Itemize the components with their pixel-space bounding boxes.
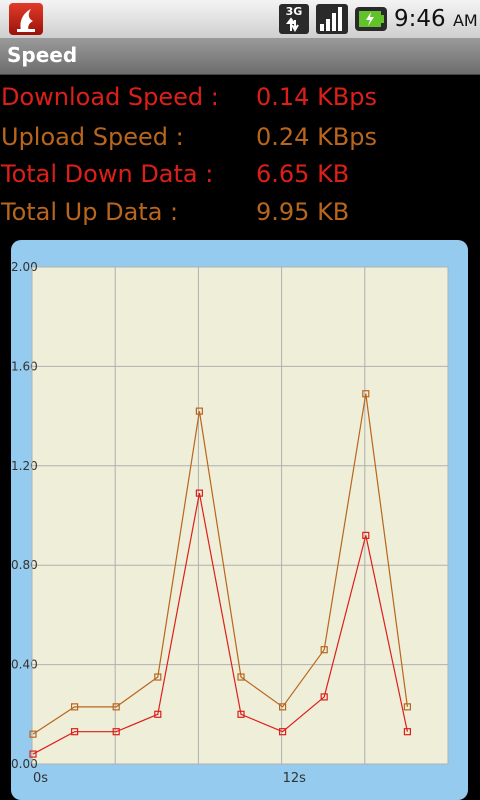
x-tick-label: 0s [33, 771, 48, 786]
clock-time: 9:46 [394, 6, 446, 32]
y-tick-label: 0.40 [11, 658, 38, 672]
page-title: Speed [7, 43, 78, 67]
x-tick-label: 12s [283, 771, 307, 786]
download-speed-row: Download Speed : 0.14 KBps [0, 83, 480, 119]
y-tick-label: 0.00 [11, 757, 38, 771]
chart-axes: 0s 12s [33, 771, 306, 786]
app-notification-icon [9, 3, 43, 35]
y-tick-label: 1.20 [11, 459, 38, 473]
status-bar: 3G 9:46 AM [0, 0, 480, 38]
clock-ampm: AM [452, 11, 478, 30]
speed-chart: 0.00 0.40 0.80 1.20 1.60 2.00 0s 12s [11, 240, 468, 800]
total-down-row: Total Down Data : 6.65 KB [0, 160, 480, 196]
signal-strength-icon [316, 4, 348, 34]
download-speed-label: Download Speed : [1, 83, 219, 111]
upload-speed-label: Upload Speed : [1, 123, 184, 151]
y-tick-label: 2.00 [11, 260, 38, 274]
download-speed-value: 0.14 KBps [256, 83, 378, 111]
3g-data-icon: 3G [279, 4, 309, 34]
battery-charging-icon [355, 7, 387, 31]
total-up-row: Total Up Data : 9.95 KB [0, 198, 480, 234]
title-bar: Speed [0, 38, 480, 75]
status-clock: 9:46 AM [394, 6, 478, 32]
total-down-label: Total Down Data : [1, 160, 214, 188]
y-tick-label: 1.60 [11, 359, 38, 373]
upload-speed-value: 0.24 KBps [256, 123, 378, 151]
total-up-value: 9.95 KB [256, 198, 350, 226]
upload-speed-row: Upload Speed : 0.24 KBps [0, 123, 480, 159]
plot-area [31, 266, 449, 765]
total-up-label: Total Up Data : [1, 198, 179, 226]
total-down-value: 6.65 KB [256, 160, 350, 188]
y-tick-label: 0.80 [11, 558, 38, 572]
speed-chart-svg: 0.00 0.40 0.80 1.20 1.60 2.00 0s 12s [11, 260, 449, 786]
